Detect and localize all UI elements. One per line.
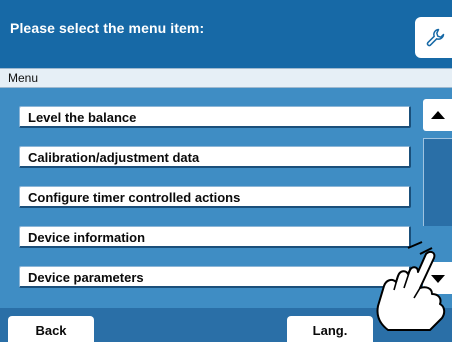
- scrollbar-track[interactable]: [423, 138, 452, 226]
- settings-button[interactable]: [415, 17, 452, 58]
- title-bar: Please select the menu item:: [0, 0, 452, 68]
- menu-item-label: Calibration/adjustment data: [28, 150, 200, 165]
- menu-item-device-parameters[interactable]: Device parameters: [19, 266, 411, 288]
- menu-item-label: Level the balance: [28, 110, 137, 125]
- menu-item-timer-actions[interactable]: Configure timer controlled actions: [19, 186, 411, 208]
- menu-item-label: Configure timer controlled actions: [28, 190, 241, 205]
- back-button[interactable]: Back: [8, 316, 94, 342]
- menu-item-level-balance[interactable]: Level the balance: [19, 106, 411, 128]
- breadcrumb: Menu: [0, 68, 452, 88]
- language-button[interactable]: Lang.: [287, 316, 373, 342]
- menu-item-label: Device information: [28, 230, 146, 245]
- wrench-icon: [426, 28, 445, 47]
- menu-item-label: Device parameters: [28, 270, 144, 285]
- back-button-label: Back: [35, 323, 67, 338]
- scroll-up-button[interactable]: [423, 99, 452, 131]
- triangle-up-icon: [431, 111, 445, 119]
- menu-item-device-information[interactable]: Device information: [19, 226, 411, 248]
- page-title: Please select the menu item:: [10, 20, 205, 36]
- menu-item-calibration-data[interactable]: Calibration/adjustment data: [19, 146, 411, 168]
- language-button-label: Lang.: [312, 323, 348, 338]
- pointing-hand-icon: [376, 241, 446, 331]
- breadcrumb-label: Menu: [8, 71, 39, 85]
